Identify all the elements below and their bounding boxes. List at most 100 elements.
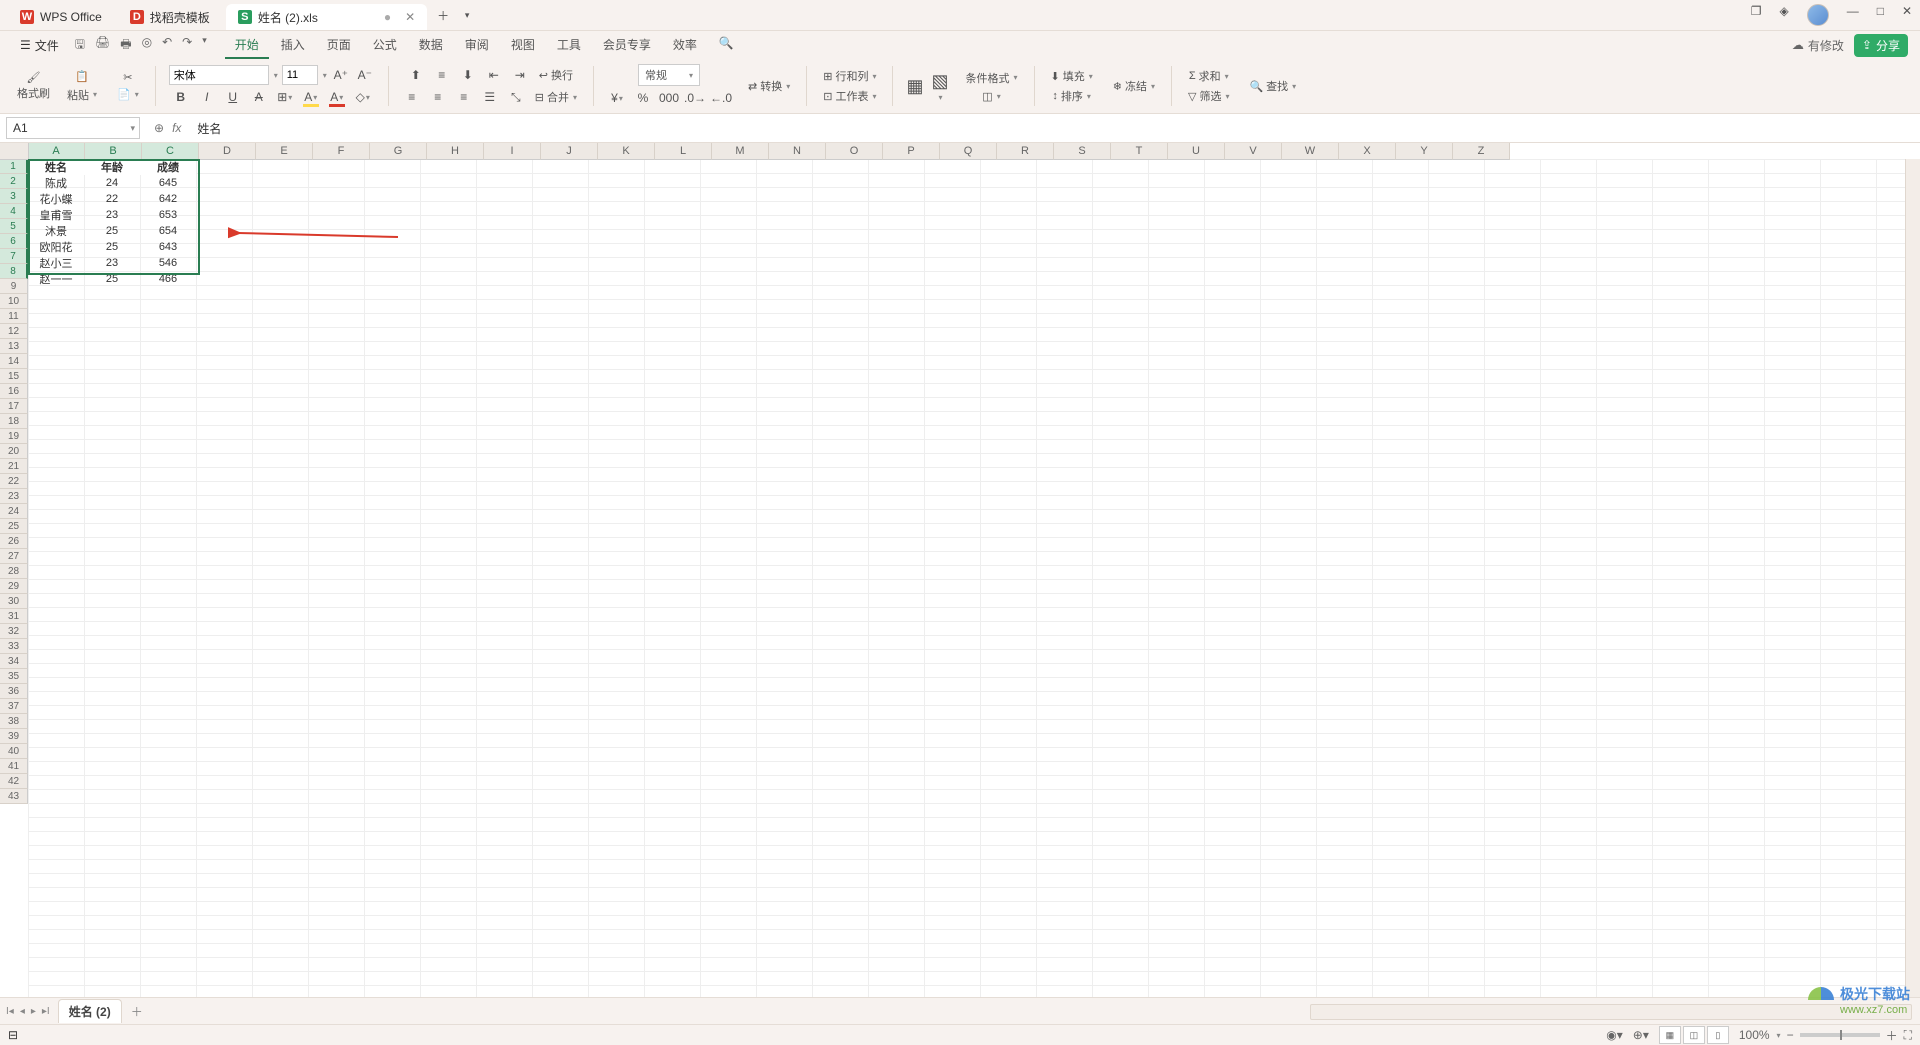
zoom-dropdown[interactable]: ▾ xyxy=(1777,1031,1781,1040)
row-header-12[interactable]: 12 xyxy=(0,324,28,339)
cond-format-button[interactable]: 条件格式▾ xyxy=(963,69,1021,87)
minimize-icon[interactable]: — xyxy=(1847,4,1859,26)
data-cell[interactable]: 沐景 xyxy=(28,223,84,239)
row-header-10[interactable]: 10 xyxy=(0,294,28,309)
row-header-18[interactable]: 18 xyxy=(0,414,28,429)
doc-tab-1[interactable]: D找稻壳模板 xyxy=(118,4,222,30)
bold-button[interactable]: B xyxy=(171,87,191,107)
row-header-34[interactable]: 34 xyxy=(0,654,28,669)
data-cell[interactable]: 654 xyxy=(140,223,196,239)
fill-color-button[interactable]: A▾ xyxy=(301,87,321,107)
row-header-11[interactable]: 11 xyxy=(0,309,28,324)
italic-button[interactable]: I xyxy=(197,87,217,107)
row-header-7[interactable]: 7 xyxy=(0,249,28,264)
data-cell[interactable]: 赵一一 xyxy=(28,271,84,287)
menu-数据[interactable]: 数据 xyxy=(409,32,453,59)
cloud-status[interactable]: ☁ 有修改 xyxy=(1792,37,1844,54)
undo-icon[interactable]: ↶ xyxy=(162,35,172,56)
font-name-dropdown[interactable]: ▾ xyxy=(274,71,278,80)
sheet-first-icon[interactable]: I◂ xyxy=(6,1006,14,1017)
view-split-button[interactable]: ▯ xyxy=(1707,1026,1729,1044)
preview-icon[interactable]: ◎ xyxy=(142,35,152,56)
data-cell[interactable]: 23 xyxy=(84,255,140,271)
align-middle-icon[interactable]: ≡ xyxy=(432,65,452,85)
col-header-U[interactable]: U xyxy=(1168,143,1225,160)
row-header-1[interactable]: 1 xyxy=(0,159,28,174)
row-header-30[interactable]: 30 xyxy=(0,594,28,609)
decimal-increase-icon[interactable]: .0→ xyxy=(685,88,705,108)
window-panel-icon[interactable]: ❐ xyxy=(1751,4,1762,26)
menu-会员专享[interactable]: 会员专享 xyxy=(593,32,661,59)
decimal-decrease-icon[interactable]: ←.0 xyxy=(711,88,731,108)
view-normal-button[interactable]: ▦ xyxy=(1659,1026,1681,1044)
row-header-39[interactable]: 39 xyxy=(0,729,28,744)
row-header-9[interactable]: 9 xyxy=(0,279,28,294)
row-header-37[interactable]: 37 xyxy=(0,699,28,714)
col-header-N[interactable]: N xyxy=(769,143,826,160)
select-all-corner[interactable] xyxy=(0,143,29,160)
col-header-Y[interactable]: Y xyxy=(1396,143,1453,160)
col-header-W[interactable]: W xyxy=(1282,143,1339,160)
data-cell[interactable]: 24 xyxy=(84,175,140,191)
row-header-21[interactable]: 21 xyxy=(0,459,28,474)
avatar[interactable] xyxy=(1807,4,1829,26)
row-header-29[interactable]: 29 xyxy=(0,579,28,594)
row-header-31[interactable]: 31 xyxy=(0,609,28,624)
row-header-22[interactable]: 22 xyxy=(0,474,28,489)
data-cell[interactable]: 645 xyxy=(140,175,196,191)
row-header-35[interactable]: 35 xyxy=(0,669,28,684)
data-cell[interactable]: 22 xyxy=(84,191,140,207)
row-header-40[interactable]: 40 xyxy=(0,744,28,759)
row-header-36[interactable]: 36 xyxy=(0,684,28,699)
col-header-P[interactable]: P xyxy=(883,143,940,160)
file-menu[interactable]: ☰ 文件 xyxy=(12,35,67,56)
sheet-tab[interactable]: 姓名 (2) xyxy=(58,999,122,1023)
data-cell[interactable]: 欧阳花 xyxy=(28,239,84,255)
expand-formula-icon[interactable]: ⊕ xyxy=(154,121,164,135)
rowcol-button[interactable]: ⊞行和列▾ xyxy=(820,67,879,85)
font-name-input[interactable] xyxy=(169,65,269,85)
data-cell[interactable]: 642 xyxy=(140,191,196,207)
cell-style-button[interactable]: ▧▾ xyxy=(931,71,948,102)
close-icon[interactable]: ✕ xyxy=(405,10,415,24)
doc-tab-0[interactable]: WWPS Office xyxy=(8,4,114,30)
font-color-button[interactable]: A▾ xyxy=(327,87,347,107)
filter-button[interactable]: ▽筛选▾ xyxy=(1185,87,1232,105)
zoom-slider[interactable] xyxy=(1800,1033,1880,1037)
find-button[interactable]: 🔍查找▾ xyxy=(1246,77,1299,95)
data-cell[interactable]: 皇甫雪 xyxy=(28,207,84,223)
col-header-Z[interactable]: Z xyxy=(1453,143,1510,160)
cube-icon[interactable]: ◈ xyxy=(1779,4,1788,26)
row-header-19[interactable]: 19 xyxy=(0,429,28,444)
row-header-27[interactable]: 27 xyxy=(0,549,28,564)
col-header-M[interactable]: M xyxy=(712,143,769,160)
row-header-42[interactable]: 42 xyxy=(0,774,28,789)
col-header-D[interactable]: D xyxy=(199,143,256,160)
menu-公式[interactable]: 公式 xyxy=(363,32,407,59)
align-center-icon[interactable]: ≡ xyxy=(428,87,448,107)
row-header-16[interactable]: 16 xyxy=(0,384,28,399)
row-header-32[interactable]: 32 xyxy=(0,624,28,639)
row-header-24[interactable]: 24 xyxy=(0,504,28,519)
data-cell[interactable]: 25 xyxy=(84,239,140,255)
doc-tab-2[interactable]: S姓名 (2).xls●✕ xyxy=(226,4,427,30)
row-header-33[interactable]: 33 xyxy=(0,639,28,654)
percent-icon[interactable]: % xyxy=(633,88,653,108)
sheet-prev-icon[interactable]: ◂ xyxy=(20,1006,25,1017)
crop-button[interactable]: ◫▾ xyxy=(979,89,1003,104)
menu-开始[interactable]: 开始 xyxy=(225,32,269,59)
new-tab-button[interactable]: ＋ xyxy=(431,3,455,27)
menu-审阅[interactable]: 审阅 xyxy=(455,32,499,59)
data-cell[interactable]: 466 xyxy=(140,271,196,287)
menu-search-icon[interactable]: 🔍 xyxy=(709,32,744,59)
new-tab-dropdown[interactable]: ▾ xyxy=(455,3,479,27)
data-cell[interactable]: 25 xyxy=(84,271,140,287)
increase-font-icon[interactable]: A⁺ xyxy=(331,65,351,85)
header-cell[interactable]: 成绩 xyxy=(140,159,196,175)
data-cell[interactable]: 花小蝶 xyxy=(28,191,84,207)
add-sheet-button[interactable]: ＋ xyxy=(128,1002,146,1020)
maximize-icon[interactable]: □ xyxy=(1877,4,1884,26)
sheet-next-icon[interactable]: ▸ xyxy=(31,1006,36,1017)
row-header-38[interactable]: 38 xyxy=(0,714,28,729)
table-style-button[interactable]: ▦ xyxy=(906,76,923,97)
